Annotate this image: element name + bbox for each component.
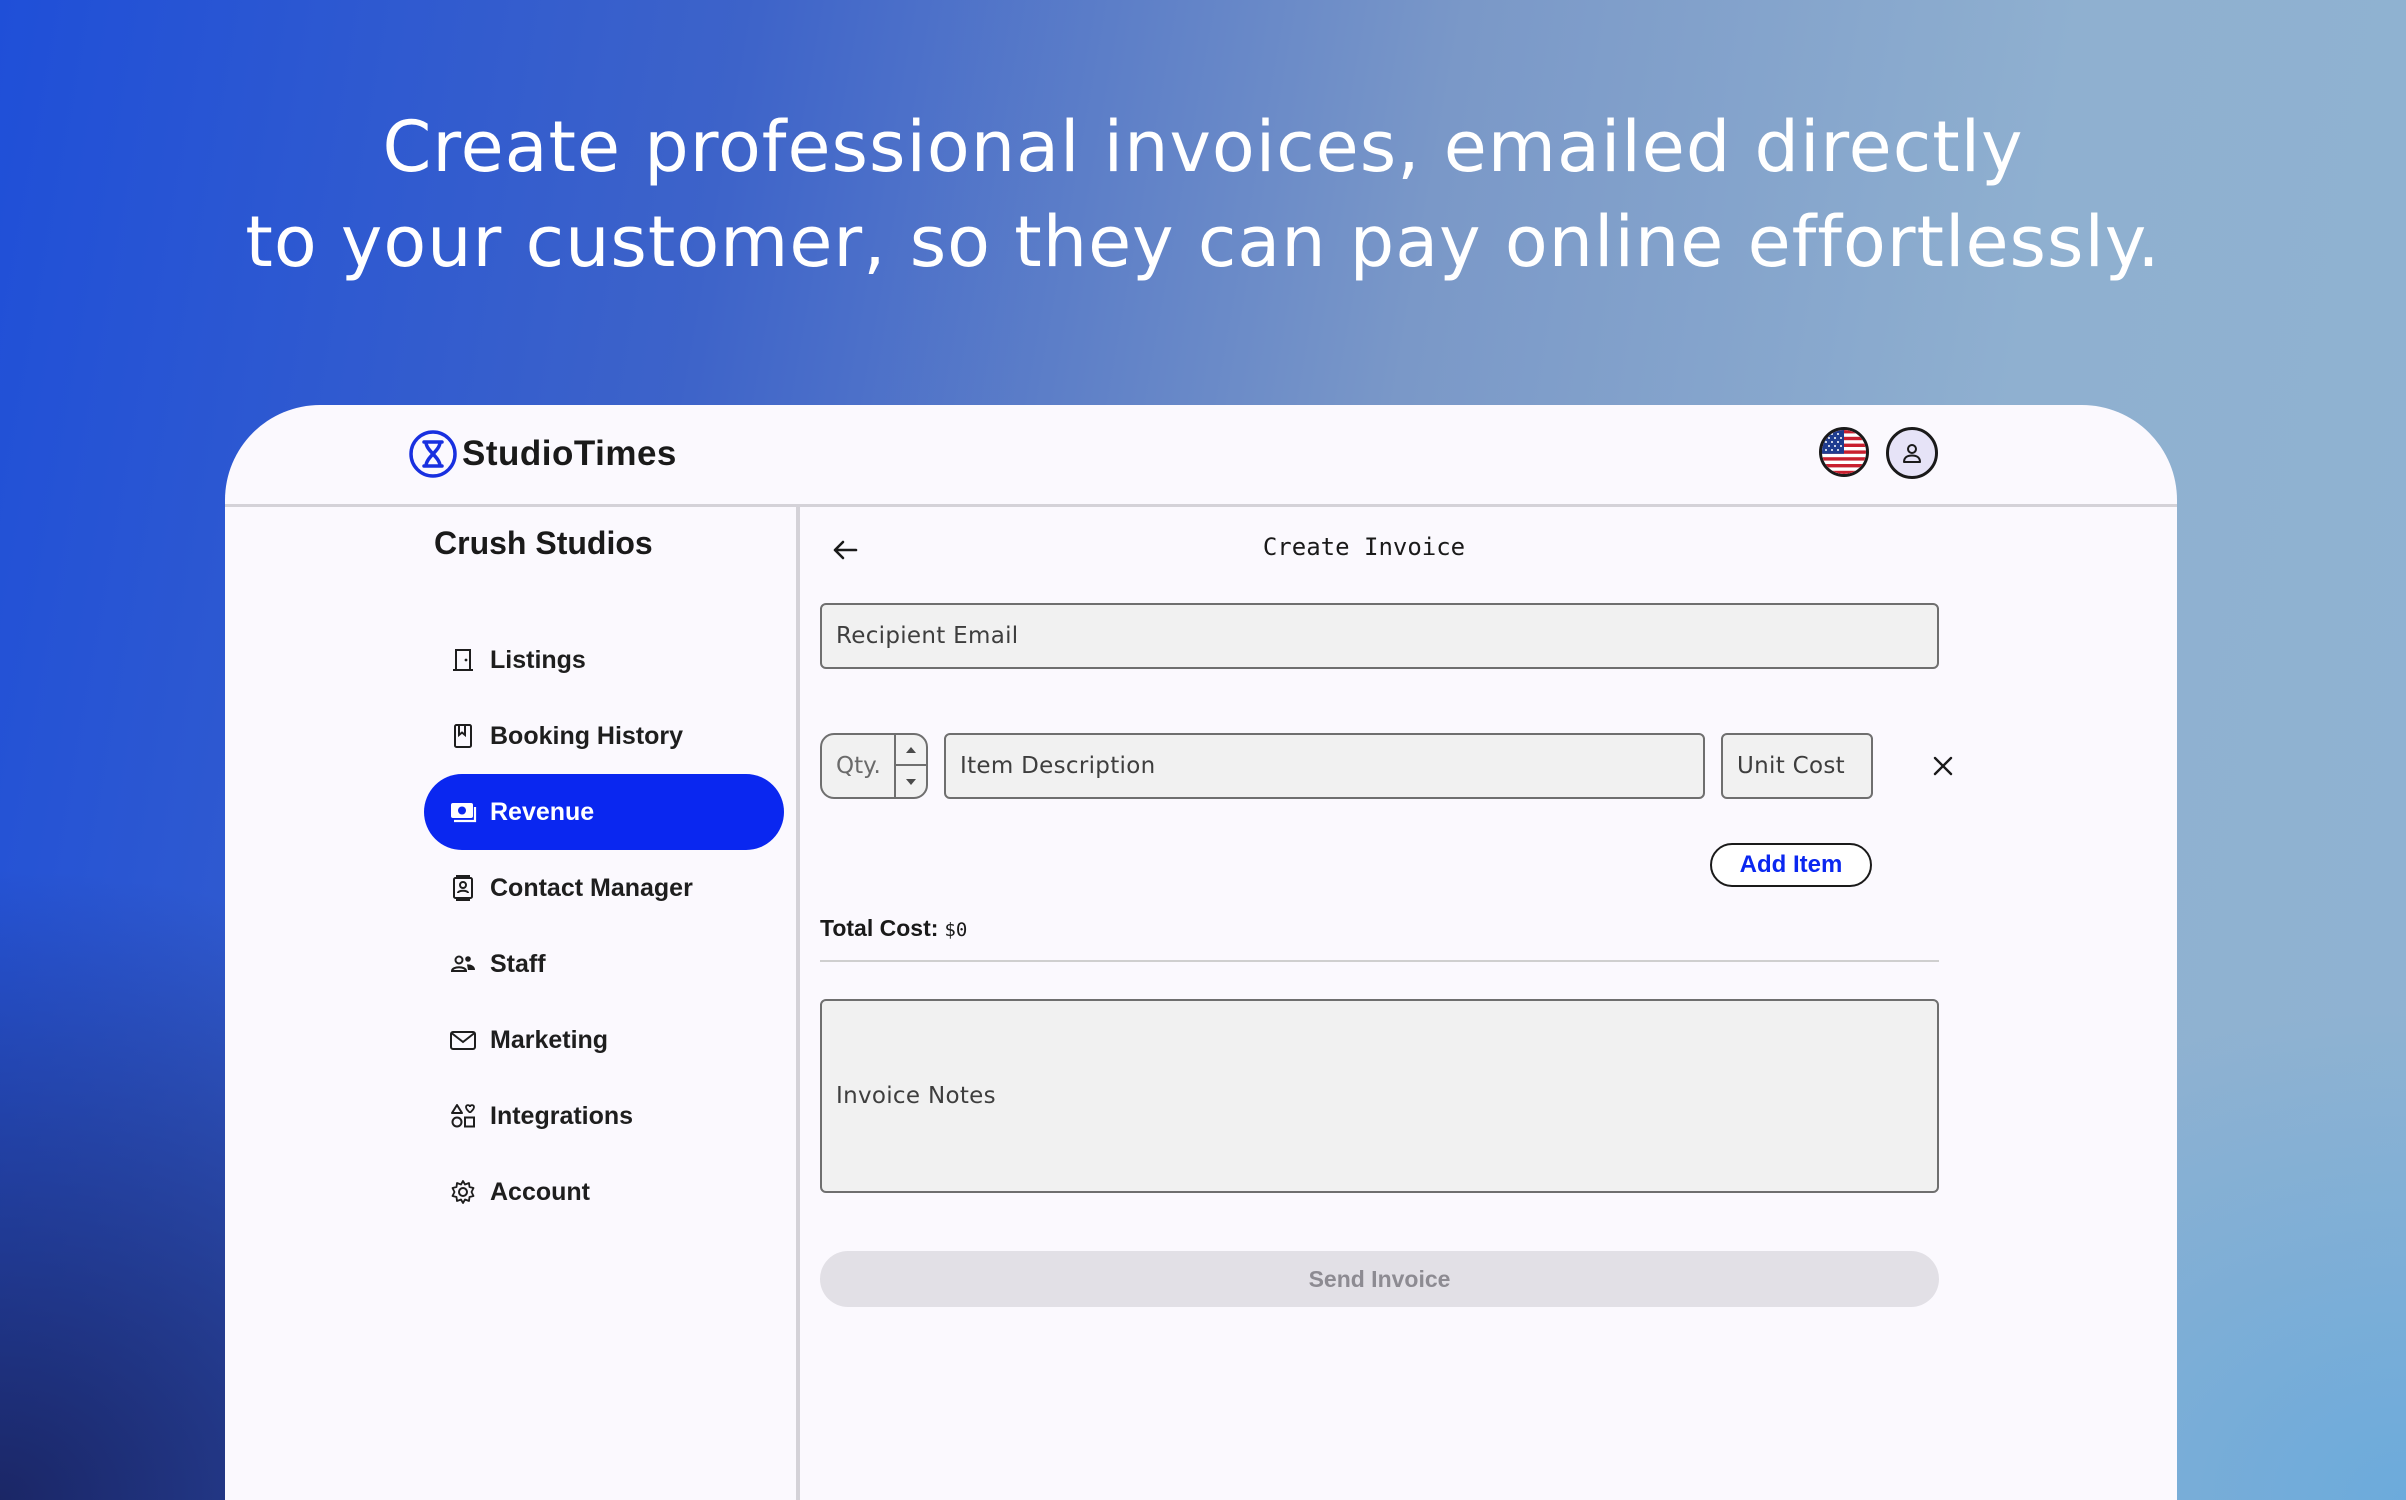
sidebar-item-label: Booking History [490,721,684,750]
sidebar-nav: Listings Booking History Revenue Contact… [424,622,784,1230]
shapes-icon [448,1101,478,1131]
invoice-notes-placeholder: Invoice Notes [836,1083,996,1109]
chevron-down-icon [906,778,916,785]
user-icon [1903,444,1921,463]
sidebar-item-label: Account [490,1177,590,1206]
stepper-up-button[interactable] [896,735,926,766]
hourglass-logo-icon [409,430,457,478]
people-icon [448,949,478,979]
divider [820,960,1939,962]
stepper-down-button[interactable] [896,766,926,797]
item-description-placeholder: Item Description [960,753,1156,779]
remove-item-icon[interactable] [1928,751,1958,781]
top-bar: StudioTimes [225,405,2177,507]
book-icon [448,721,478,751]
headline-line-1: Create professional invoices, emailed di… [382,106,2024,188]
chevron-up-icon [906,746,916,753]
sidebar-item-integrations[interactable]: Integrations [424,1078,784,1154]
money-icon [448,797,478,827]
sidebar-item-label: Staff [490,949,546,978]
flag-graphic [1822,430,1866,474]
sidebar-item-label: Revenue [490,797,595,826]
sidebar-item-marketing[interactable]: Marketing [424,1002,784,1078]
total-cost-value: $0 [944,919,968,941]
total-cost: Total Cost: $0 [820,915,967,942]
user-account-button[interactable] [1886,427,1938,479]
sidebar-item-revenue[interactable]: Revenue [424,774,784,850]
sidebar-item-account[interactable]: Account [424,1154,784,1230]
recipient-email-placeholder: Recipient Email [836,623,1019,649]
us-flag-icon[interactable] [1819,427,1869,477]
app-window: StudioTimes Crush Studios Listings Booki… [225,405,2177,1500]
headline: Create professional invoices, emailed di… [0,100,2406,290]
create-invoice-panel: Create Invoice Recipient Email Qty. Item… [804,507,2177,1500]
quantity-stepper[interactable]: Qty. [820,733,928,799]
invoice-notes-textarea[interactable]: Invoice Notes [820,999,1939,1193]
mail-icon [448,1025,478,1055]
sidebar-item-booking-history[interactable]: Booking History [424,698,784,774]
qty-placeholder: Qty. [836,753,881,779]
send-invoice-button[interactable]: Send Invoice [820,1251,1939,1307]
brand-name: StudioTimes [462,434,677,473]
sidebar-item-label: Marketing [490,1025,609,1054]
stepper-controls [894,735,926,797]
sidebar-item-staff[interactable]: Staff [424,926,784,1002]
unit-cost-placeholder: Unit Cost [1737,753,1845,779]
studio-name: Crush Studios [434,525,653,561]
sidebar-item-listings[interactable]: Listings [424,622,784,698]
sidebar-item-label: Listings [490,645,586,674]
gear-icon [448,1177,478,1207]
item-description-input[interactable]: Item Description [944,733,1705,799]
brand-logo[interactable]: StudioTimes [408,429,677,479]
headline-line-2: to your customer, so they can pay online… [245,201,2161,283]
contact-icon [448,873,478,903]
unit-cost-input[interactable]: Unit Cost [1721,733,1873,799]
add-item-button[interactable]: Add Item [1710,843,1872,887]
recipient-email-input[interactable]: Recipient Email [820,603,1939,669]
total-cost-label: Total Cost: [820,915,939,941]
sidebar-item-contact-manager[interactable]: Contact Manager [424,850,784,926]
sidebar: Crush Studios Listings Booking History R… [225,507,800,1500]
door-icon [448,645,478,675]
sidebar-item-label: Integrations [490,1101,634,1130]
page-title: Create Invoice [1262,533,1466,561]
sidebar-item-label: Contact Manager [490,873,693,902]
